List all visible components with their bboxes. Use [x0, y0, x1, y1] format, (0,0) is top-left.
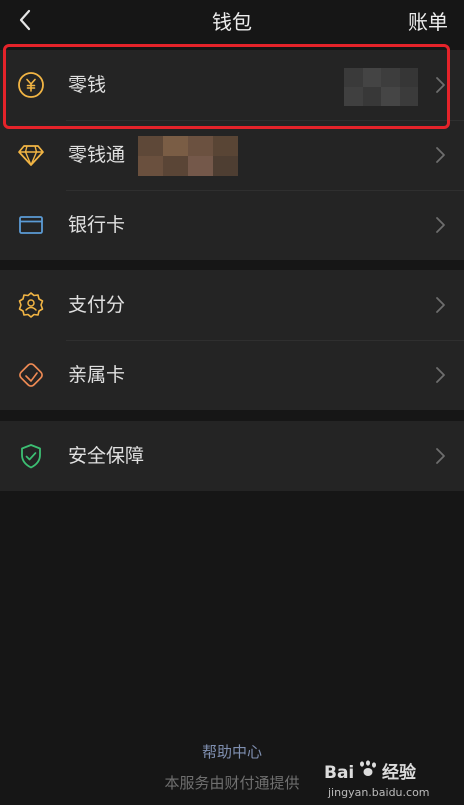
row-change-wealth[interactable]: 零钱通	[0, 120, 464, 190]
row-label: 银行卡	[68, 214, 126, 236]
baidu-jingyan-watermark: Bai 经验 jingyan.baidu.com	[324, 760, 430, 799]
svg-text:jingyan.baidu.com: jingyan.baidu.com	[327, 786, 430, 799]
row-label: 支付分	[68, 294, 126, 316]
highlight-box	[3, 44, 450, 129]
wallet-section-security: 安全保障	[0, 421, 464, 491]
chevron-right-icon	[436, 297, 445, 313]
row-label: 安全保障	[68, 445, 145, 467]
bill-button[interactable]: 账单	[408, 6, 448, 35]
svg-text:经验: 经验	[382, 762, 417, 783]
row-pay-score[interactable]: 支付分	[0, 270, 464, 340]
row-bank-card[interactable]: 银行卡	[0, 190, 464, 260]
pay-score-badge-icon	[18, 292, 44, 318]
row-family-card[interactable]: 亲属卡	[0, 340, 464, 410]
chevron-right-icon	[436, 367, 445, 383]
svg-text:Bai: Bai	[324, 763, 354, 783]
shield-icon	[21, 444, 41, 469]
chevron-right-icon	[436, 448, 445, 464]
row-security[interactable]: 安全保障	[0, 421, 464, 491]
chevron-right-icon	[436, 217, 445, 233]
wallet-section-services: 支付分 亲属卡	[0, 270, 464, 410]
family-card-icon	[19, 363, 43, 387]
masked-amount	[138, 136, 238, 176]
bank-card-icon	[19, 216, 43, 234]
row-label: 亲属卡	[68, 364, 126, 386]
chevron-right-icon	[436, 147, 445, 163]
diamond-icon	[18, 145, 44, 166]
page-title: 钱包	[212, 10, 252, 34]
nav-bar: 钱包 账单	[0, 0, 464, 42]
row-label: 零钱通	[68, 144, 126, 166]
